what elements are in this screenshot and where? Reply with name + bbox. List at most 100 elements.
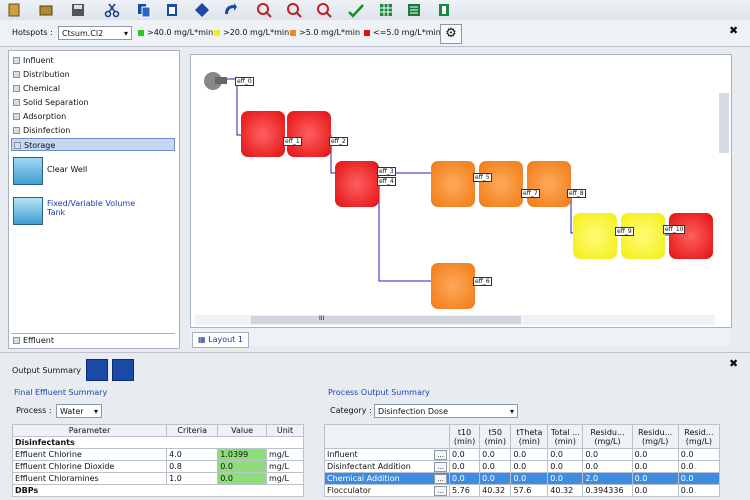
final-effluent-table: Parameter Criteria Value Unit Disinfecta… <box>11 424 305 497</box>
legend-orange: >5.0 mg/L*min <box>290 28 360 37</box>
layout-tab-icon: ▦ <box>198 335 209 344</box>
table-row[interactable]: Effluent Chlorine Dioxide 0.8 0.0 mg/L <box>11 460 305 473</box>
process-label: Process : <box>16 406 52 415</box>
table-row[interactable]: Disinfectant Addition... 0.0 0.0 0.0 0.0 0.0… <box>324 460 721 473</box>
node-yellow-1[interactable] <box>573 213 617 259</box>
category-chemical[interactable]: Chemical <box>11 82 175 95</box>
node-orange-4[interactable] <box>431 263 475 309</box>
chevron-down-icon: ▾ <box>509 407 514 416</box>
influent-pump-icon[interactable] <box>199 67 227 95</box>
final-effluent-title: Final Effluent Summary <box>14 388 108 397</box>
close-icon[interactable]: ✖ <box>729 357 738 370</box>
clear-well-icon[interactable] <box>13 157 43 185</box>
table-row-selected[interactable]: Chemical Addition... 0.0 0.0 0.0 0.0 2.0 0.0 0… <box>324 472 721 485</box>
gear-icon: ⚙ <box>445 26 457 41</box>
tank-label[interactable]: Fixed/Variable Volume Tank <box>47 199 137 217</box>
label-eff-9: eff_9 <box>615 227 634 236</box>
hotspots-select[interactable]: Ctsum.Cl2 ▾ <box>58 26 132 40</box>
chevron-down-icon: ▾ <box>93 407 98 416</box>
col-process[interactable] <box>324 424 450 449</box>
label-eff-10: eff_10 <box>663 225 686 234</box>
node-red-4[interactable] <box>669 213 713 259</box>
col-unit[interactable]: Unit <box>265 424 305 437</box>
process-canvas[interactable]: III eff_0 eff_1 eff_2 eff_3 eff_4 eff_5 … <box>190 54 732 328</box>
paste-icon[interactable] <box>164 2 180 18</box>
open-icon[interactable] <box>38 2 54 18</box>
copy-summary-button[interactable] <box>112 359 134 381</box>
label-eff-1: eff_1 <box>283 137 302 146</box>
clear-well-label[interactable]: Clear Well <box>47 165 87 174</box>
col-t10[interactable]: t10 (min) <box>448 424 481 449</box>
col-residual-3[interactable]: Resid... (mg/L) <box>677 424 721 449</box>
node-red-1[interactable] <box>241 111 285 157</box>
report-icon[interactable] <box>406 2 422 18</box>
hotspots-select-value: Ctsum.Cl2 <box>62 29 104 38</box>
table-row[interactable]: Flocculator... 5.76 40.32 57.6 40.32 0.39433… <box>324 484 721 497</box>
node-orange-1[interactable] <box>431 161 475 207</box>
col-value[interactable]: Value <box>217 424 267 437</box>
tank-icon[interactable] <box>13 197 43 225</box>
row-details-button[interactable]: ... <box>434 461 447 472</box>
settings-button[interactable]: ⚙ <box>440 24 462 44</box>
process-output-title: Process Output Summary <box>328 388 430 397</box>
col-total[interactable]: Total ... (min) <box>547 424 584 449</box>
label-eff-8: eff_8 <box>567 189 586 198</box>
layout-tabbar <box>190 328 730 346</box>
run-icon[interactable] <box>348 2 364 18</box>
align-icon[interactable] <box>194 2 210 18</box>
table-row[interactable]: Disinfectants <box>12 436 304 449</box>
category-disinfection[interactable]: Disinfection <box>11 124 175 137</box>
table-row[interactable]: DBPs <box>12 484 304 497</box>
category-adsorption[interactable]: Adsorption <box>11 110 175 123</box>
hotspots-label: Hotspots : <box>12 28 53 37</box>
category-storage[interactable]: Storage <box>11 138 175 151</box>
node-orange-3[interactable] <box>527 161 571 207</box>
rotate-icon[interactable] <box>222 2 238 18</box>
node-red-3[interactable] <box>335 161 379 207</box>
tab-layout-1[interactable]: ▦ Layout 1 <box>192 332 249 348</box>
row-details-button[interactable]: ... <box>434 473 447 484</box>
col-criteria[interactable]: Criteria <box>166 424 219 437</box>
col-parameter[interactable]: Parameter <box>11 424 168 437</box>
category-influent[interactable]: Influent <box>11 54 175 67</box>
table-icon[interactable] <box>378 2 394 18</box>
col-residual-1[interactable]: Residu... (mg/L) <box>582 424 633 449</box>
label-eff-2: eff_2 <box>329 137 348 146</box>
label-eff-0: eff_0 <box>235 77 254 86</box>
col-ttheta[interactable]: tTheta (min) <box>510 424 549 449</box>
row-details-button[interactable]: ... <box>434 449 447 460</box>
main-toolbar <box>0 0 750 21</box>
node-yellow-2[interactable] <box>621 213 665 259</box>
category-solid-separation[interactable]: Solid Separation <box>11 96 175 109</box>
col-residual-2[interactable]: Residu... (mg/L) <box>631 424 679 449</box>
label-eff-5: eff_5 <box>473 173 492 182</box>
hotspot-bar: Hotspots : Ctsum.Cl2 ▾ >40.0 mg/L*min >2… <box>0 20 750 47</box>
label-eff-7: eff_7 <box>521 189 540 198</box>
close-icon[interactable]: ✖ <box>729 24 738 37</box>
scroll-grip: III <box>319 315 325 322</box>
copy-icon[interactable] <box>136 2 152 18</box>
category-distribution[interactable]: Distribution <box>11 68 175 81</box>
category-select[interactable]: Disinfection Dose ▾ <box>374 404 518 418</box>
legend-yellow: >20.0 mg/L*min <box>214 28 289 37</box>
node-orange-2[interactable] <box>479 161 523 207</box>
new-file-icon[interactable] <box>6 2 22 18</box>
save-icon[interactable] <box>70 2 86 18</box>
zoom-out-icon[interactable] <box>286 2 302 18</box>
zoom-in-icon[interactable] <box>256 2 272 18</box>
category-label: Category : <box>330 406 372 415</box>
node-red-2[interactable] <box>287 111 331 157</box>
export-icon[interactable] <box>436 2 452 18</box>
label-eff-3: eff_3 <box>377 167 396 176</box>
category-effluent[interactable]: Effluent <box>11 333 175 346</box>
export-summary-button[interactable] <box>86 359 108 381</box>
col-t50[interactable]: t50 (min) <box>479 424 512 449</box>
cut-icon[interactable] <box>104 2 120 18</box>
row-details-button[interactable]: ... <box>434 485 447 496</box>
process-select[interactable]: Water ▾ <box>56 404 102 418</box>
table-row[interactable]: Influent... 0.0 0.0 0.0 0.0 0.0 0.0 0.0 <box>324 448 721 461</box>
table-row[interactable]: Effluent Chloramines 1.0 0.0 mg/L <box>11 472 305 485</box>
zoom-fit-icon[interactable] <box>316 2 332 18</box>
component-palette: Influent Distribution Chemical Solid Sep… <box>8 50 180 349</box>
table-row[interactable]: Effluent Chlorine 4.0 1.0399 mg/L <box>11 448 305 461</box>
